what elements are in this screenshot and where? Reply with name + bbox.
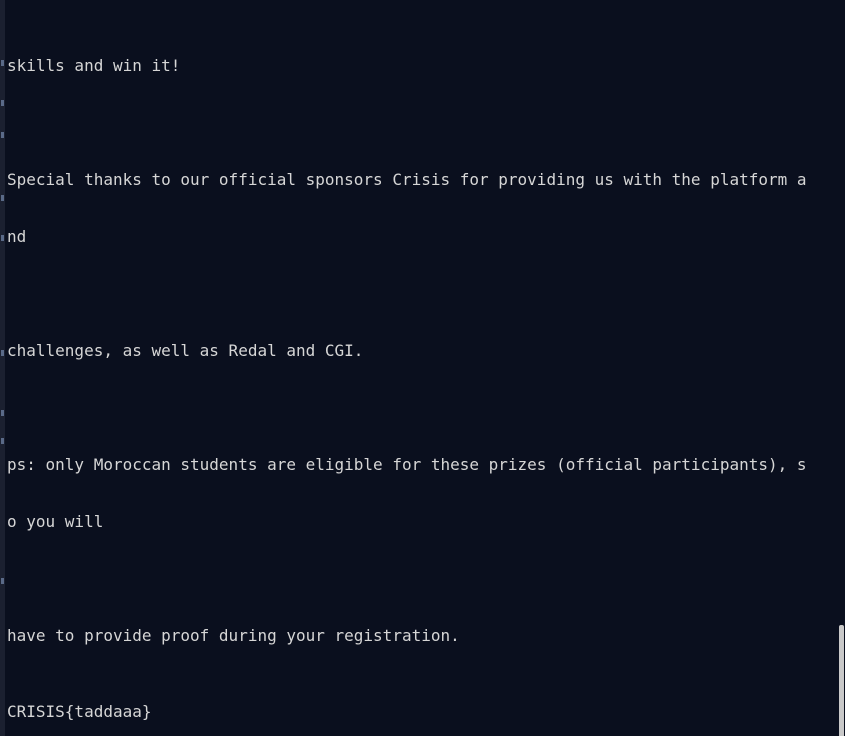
terminal-line: nd	[7, 227, 27, 246]
edge-mark	[1, 132, 4, 138]
flag-output: CRISIS{taddaaa}	[7, 702, 152, 721]
left-pane-edge	[0, 0, 5, 736]
terminal-window: skills and win it! Special thanks to our…	[0, 0, 845, 736]
terminal-line: have to provide proof during your regist…	[7, 626, 460, 645]
terminal-output[interactable]: skills and win it! Special thanks to our…	[7, 18, 837, 683]
edge-mark	[1, 350, 4, 356]
terminal-line: o you will	[7, 512, 104, 531]
edge-mark	[1, 438, 4, 444]
terminal-line: ps: only Moroccan students are eligible …	[7, 455, 807, 474]
terminal-line: skills and win it!	[7, 56, 181, 75]
terminal-line: Special thanks to our official sponsors …	[7, 170, 807, 189]
edge-mark	[1, 578, 4, 584]
scrollbar-thumb[interactable]	[839, 625, 844, 736]
terminal-line: challenges, as well as Redal and CGI.	[7, 341, 364, 360]
edge-mark	[1, 195, 4, 201]
edge-mark	[1, 410, 4, 416]
edge-mark	[1, 100, 4, 106]
edge-mark	[1, 60, 4, 66]
scrollbar-track[interactable]	[838, 0, 845, 736]
edge-mark	[1, 235, 4, 241]
